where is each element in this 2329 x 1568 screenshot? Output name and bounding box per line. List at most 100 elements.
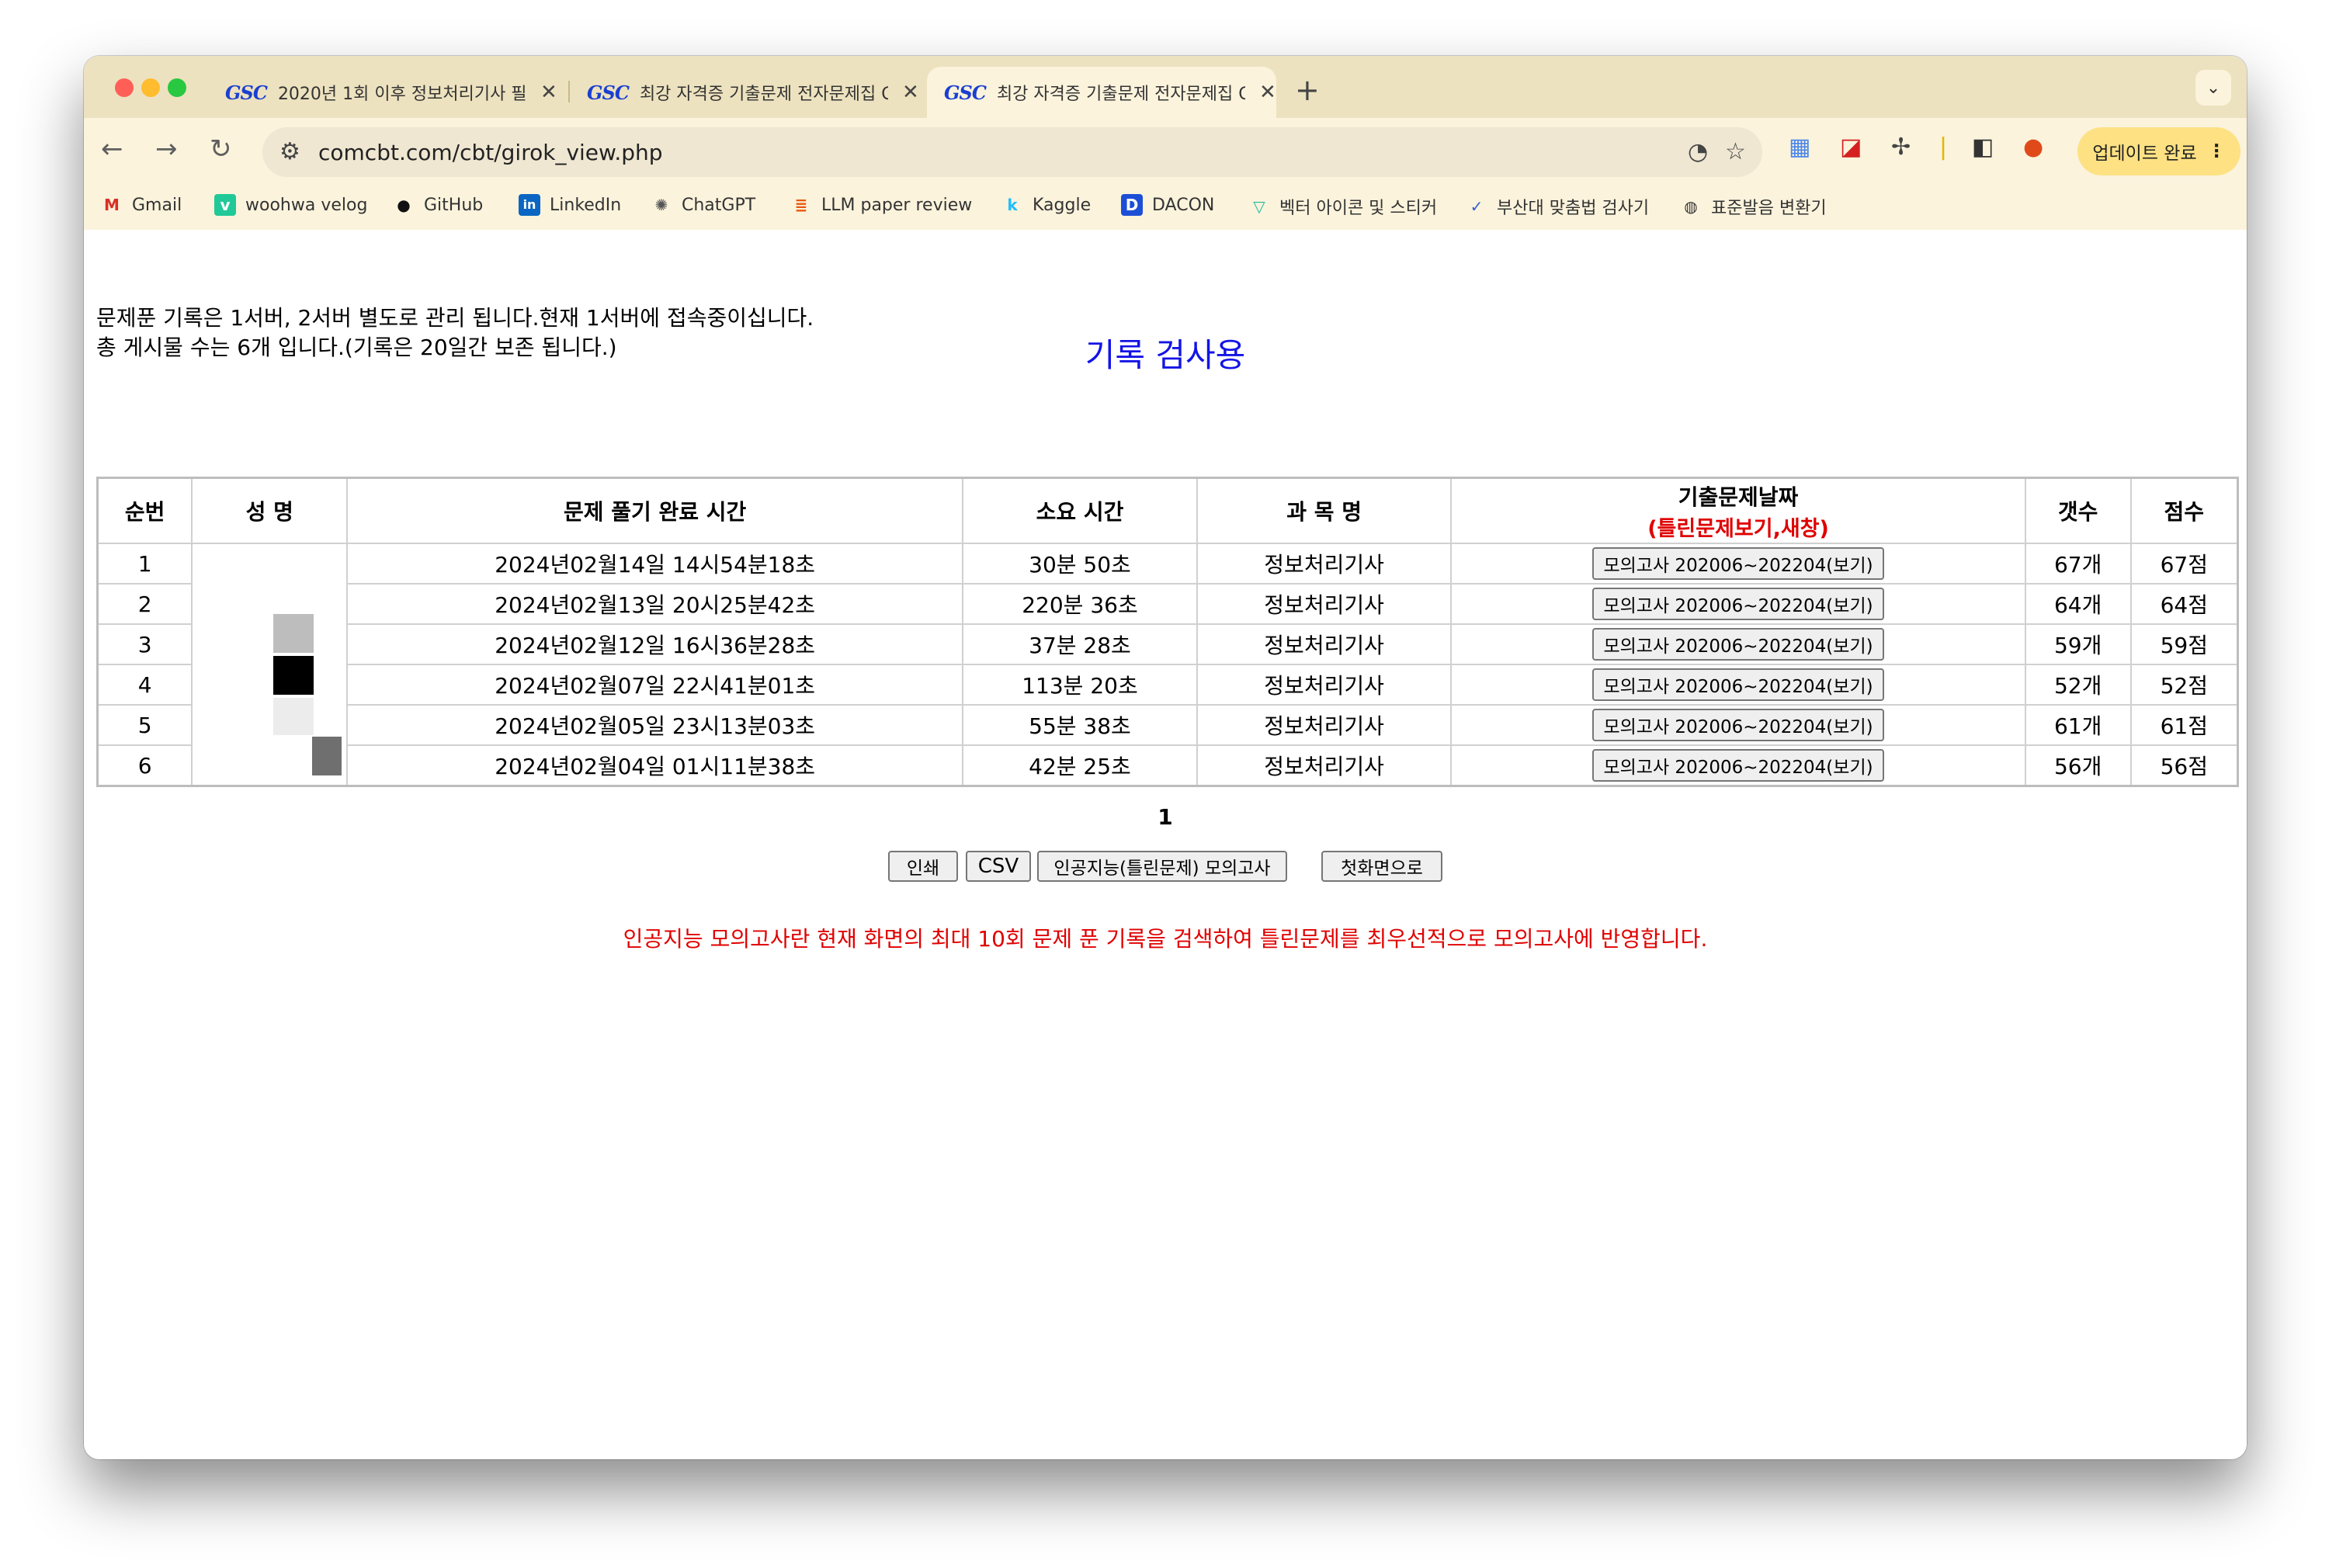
gsc-favicon-icon: GSC [587, 81, 630, 104]
tab-3-active[interactable]: GSC 최강 자격증 기출문제 전자문제집 C... ✕ [927, 67, 1276, 118]
bookmark-star-icon[interactable]: ☆ [1725, 138, 1746, 165]
row-count: 61개 [2024, 704, 2132, 746]
bookmark-llm-paper-review[interactable]: ≣ LLM paper review [790, 194, 973, 216]
toolbar-divider-icon: | [1939, 134, 1948, 161]
back-arrow-icon[interactable]: ← [101, 134, 123, 165]
gsc-favicon-icon: GSC [225, 81, 268, 104]
view-wrong-answers-button[interactable]: 모의고사 202006~202204(보기) [1592, 547, 1884, 580]
bookmark-woohwa-velog[interactable]: v woohwa velog [214, 194, 367, 216]
view-wrong-answers-button[interactable]: 모의고사 202006~202204(보기) [1592, 628, 1884, 661]
bookmark-label: woohwa velog [245, 195, 368, 215]
kebab-menu-icon: ⋮ [2207, 141, 2226, 161]
header-duration: 소요 시간 [962, 477, 1198, 544]
row-exam-cell: 모의고사 202006~202204(보기) [1450, 744, 2026, 787]
url-text[interactable]: comcbt.com/cbt/girok_view.php [318, 140, 663, 165]
view-wrong-answers-button[interactable]: 모의고사 202006~202204(보기) [1592, 588, 1884, 620]
address-bar[interactable]: ⚙ comcbt.com/cbt/girok_view.php ◔ ☆ [262, 127, 1762, 177]
view-wrong-answers-button[interactable]: 모의고사 202006~202204(보기) [1592, 668, 1884, 701]
row-no: 3 [96, 623, 193, 665]
close-window-button[interactable] [115, 78, 134, 97]
site-settings-icon[interactable]: ⚙ [279, 138, 300, 165]
bookmark-github[interactable]: ● GitHub [393, 194, 483, 216]
tab-title: 2020년 1회 이후 정보처리기사 필... [277, 85, 526, 104]
bookmark-linkedin[interactable]: in LinkedIn [519, 194, 621, 216]
header-completion-time: 문제 풀기 완료 시간 [346, 477, 964, 544]
table-row: 1 2024년02월14일 14시54분18초 30분 50초 정보처리기사 모… [96, 543, 2239, 787]
pagination-current-page[interactable]: 1 [84, 804, 2247, 830]
tab-2[interactable]: GSC 최강 자격증 기출문제 전자문제집 C... ✕ [570, 67, 919, 118]
bookmark-spell-checker[interactable]: ✓ 부산대 맞춤법 검사기 [1466, 194, 1650, 219]
tab-close-icon[interactable]: ✕ [540, 81, 557, 104]
side-panel-icon[interactable]: ◧ [1972, 134, 1994, 161]
bookmark-dacon[interactable]: D DACON [1121, 194, 1214, 216]
server-info-text: 문제푼 기록은 1서버, 2서버 별도로 관리 됩니다.현재 1서버에 접속중이… [96, 305, 814, 331]
reload-icon[interactable]: ↻ [210, 134, 232, 165]
minimize-window-button[interactable] [141, 78, 160, 97]
action-button-bar: 인쇄 CSV 인공지능(틀린문제) 모의고사 첫화면으로 [84, 851, 2247, 882]
row-subject: 정보처리기사 [1196, 744, 1453, 787]
records-table: 순번 성 명 문제 풀기 완료 시간 소요 시간 과 목 명 기출문제날짜 (틀… [96, 477, 2239, 787]
bookmarks-bar: M Gmail v woohwa velog ● GitHub in Linke… [84, 183, 2247, 231]
row-count: 59개 [2024, 623, 2132, 665]
row-no: 4 [96, 664, 193, 706]
row-score: 59점 [2129, 623, 2239, 665]
row-count: 52개 [2024, 664, 2132, 706]
row-score: 52점 [2129, 664, 2239, 706]
page-content: 문제푼 기록은 1서버, 2서버 별도로 관리 됩니다.현재 1서버에 접속중이… [84, 230, 2247, 1459]
row-score: 61점 [2129, 704, 2239, 746]
maximize-window-button[interactable] [168, 78, 186, 97]
forward-arrow-icon[interactable]: → [155, 134, 178, 165]
header-no: 순번 [96, 477, 193, 544]
home-button[interactable]: 첫화면으로 [1321, 851, 1442, 882]
dacon-icon: D [1121, 194, 1143, 216]
performance-gauge-icon[interactable]: ◔ [1688, 138, 1708, 165]
update-complete-button[interactable]: 업데이트 완료 ⋮ [2077, 127, 2240, 175]
tab-search-chevron-icon[interactable]: ⌄ [2195, 70, 2231, 106]
ai-mock-exam-button[interactable]: 인공지능(틀린문제) 모의고사 [1037, 851, 1287, 882]
llm-paper-review-icon: ≣ [794, 196, 808, 214]
bookmark-label: Gmail [132, 195, 182, 215]
page-title: 기록 검사용 [1085, 336, 1246, 374]
bookmark-kaggle[interactable]: k Kaggle [1001, 194, 1091, 216]
row-duration: 220분 36초 [962, 583, 1198, 625]
redaction-block [273, 614, 314, 653]
vector-icons-icon: ▽ [1253, 197, 1265, 216]
tab-1[interactable]: GSC 2020년 1회 이후 정보처리기사 필... ✕ [208, 67, 557, 118]
row-completion-time: 2024년02월07일 22시41분01초 [346, 664, 964, 706]
row-count: 67개 [2024, 543, 2132, 585]
view-wrong-answers-button[interactable]: 모의고사 202006~202204(보기) [1592, 749, 1884, 782]
extensions-puzzle-icon[interactable]: ✢ [1891, 134, 1911, 161]
bookmark-vector-icons[interactable]: ▽ 벡터 아이콘 및 스티커 [1248, 194, 1437, 219]
row-exam-cell: 모의고사 202006~202204(보기) [1450, 583, 2026, 625]
row-exam-cell: 모의고사 202006~202204(보기) [1450, 543, 2026, 585]
row-completion-time: 2024년02월14일 14시54분18초 [346, 543, 964, 585]
spell-checker-icon: ✓ [1470, 197, 1484, 216]
tab-strip: GSC 2020년 1회 이후 정보처리기사 필... ✕ GSC 최강 자격증… [84, 56, 2247, 118]
row-no: 1 [96, 543, 193, 585]
redaction-block [273, 656, 314, 695]
table-header-row: 순번 성 명 문제 풀기 완료 시간 소요 시간 과 목 명 기출문제날짜 (틀… [96, 477, 2239, 544]
linkedin-icon: in [519, 194, 540, 216]
row-completion-time: 2024년02월12일 16시36분28초 [346, 623, 964, 665]
new-tab-plus-icon[interactable]: + [1295, 73, 1320, 107]
view-wrong-answers-button[interactable]: 모의고사 202006~202204(보기) [1592, 709, 1884, 741]
row-score: 56점 [2129, 744, 2239, 787]
bookmark-gmail[interactable]: M Gmail [101, 194, 182, 216]
row-subject: 정보처리기사 [1196, 664, 1453, 706]
profile-avatar-icon[interactable]: ● [2023, 134, 2043, 161]
print-button[interactable]: 인쇄 [888, 851, 958, 882]
toolbar: ← → ↻ ⚙ comcbt.com/cbt/girok_view.php ◔ … [84, 118, 2247, 183]
bookmark-pronunciation-converter[interactable]: ◍ 표준발음 변환기 [1680, 194, 1826, 219]
row-exam-cell: 모의고사 202006~202204(보기) [1450, 704, 2026, 746]
acrobat-extension-icon[interactable]: ◪ [1840, 134, 1862, 161]
table-row: 4 2024년02월07일 22시41분01초 113분 20초 정보처리기사 … [96, 664, 2239, 706]
bookmark-label: LLM paper review [821, 195, 973, 215]
tab-close-icon[interactable]: ✕ [902, 81, 919, 104]
bookmark-chatgpt[interactable]: ✺ ChatGPT [651, 194, 756, 216]
gsc-favicon-icon: GSC [944, 81, 987, 104]
csv-button[interactable]: CSV [966, 851, 1031, 882]
translate-extension-icon[interactable]: ▦ [1789, 134, 1810, 161]
bookmark-label: ChatGPT [682, 195, 756, 215]
redacted-name-cell [191, 543, 349, 787]
tab-close-icon[interactable]: ✕ [1259, 81, 1276, 104]
